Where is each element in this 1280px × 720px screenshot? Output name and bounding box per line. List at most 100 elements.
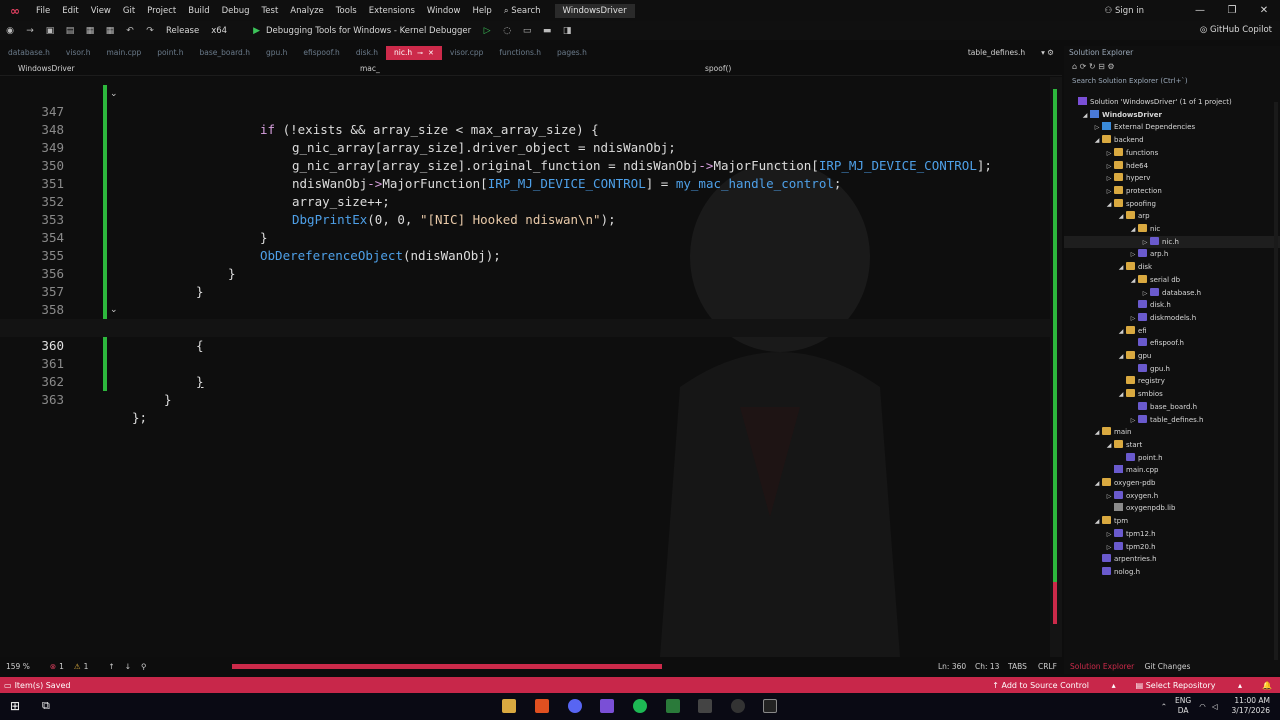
tree-item[interactable]: disk.h — [1064, 299, 1280, 312]
tree-item[interactable]: ◢ smbios — [1064, 388, 1280, 401]
new-item-icon[interactable]: ▣ — [43, 25, 57, 37]
tabs-indicator[interactable]: TABS — [1008, 662, 1027, 671]
tree-item[interactable]: ▷ database.h — [1064, 287, 1280, 300]
tree-item[interactable]: ◢ spoofing — [1064, 198, 1280, 211]
project-dropdown[interactable]: WindowsDriver — [0, 64, 350, 73]
line-ending-indicator[interactable]: CRLF — [1038, 662, 1057, 671]
tab-base-board-h[interactable]: base_board.h — [192, 46, 258, 60]
configuration-select[interactable]: Release — [166, 26, 199, 36]
brush-icon[interactable]: ⚲ — [141, 662, 147, 671]
tab-visor-cpp[interactable]: visor.cpp — [442, 46, 491, 60]
menu-edit[interactable]: Edit — [56, 6, 84, 16]
menu-help[interactable]: Help — [466, 6, 497, 16]
tab-disk-h[interactable]: disk.h — [348, 46, 386, 60]
scrollbar-thumb[interactable] — [1053, 89, 1057, 594]
collapse-icon[interactable]: ⊟ — [1098, 62, 1107, 71]
screenshot-icon[interactable]: ▭ — [520, 25, 534, 37]
wifi-icon[interactable]: ◠ — [1199, 702, 1206, 711]
tree-item[interactable]: efispoof.h — [1064, 337, 1280, 350]
tree-item[interactable]: Solution 'WindowsDriver' (1 of 1 project… — [1064, 96, 1280, 109]
minimize-button[interactable]: — — [1184, 5, 1216, 16]
tab-git-changes[interactable]: Git Changes — [1137, 662, 1191, 671]
member-dropdown[interactable]: spoof() — [695, 64, 731, 73]
spotify-icon[interactable] — [633, 699, 647, 713]
add-to-source-control-button[interactable]: ↑ Add to Source Control ▴ — [992, 681, 1115, 690]
save-icon[interactable]: ▦ — [83, 25, 97, 37]
error-icon[interactable]: ⊗ — [50, 662, 56, 671]
tree-item[interactable]: ▷ tpm12.h — [1064, 528, 1280, 541]
tree-item[interactable]: gpu.h — [1064, 363, 1280, 376]
maximize-button[interactable]: ❐ — [1216, 5, 1248, 16]
volume-icon[interactable]: ◁ — [1212, 702, 1218, 711]
code-editor[interactable]: 347 if (!exists && array_size < max_arra… — [0, 77, 1062, 657]
notepad-icon[interactable] — [666, 699, 680, 713]
tray-overflow-icon[interactable]: ⌃ — [1161, 702, 1167, 711]
menu-file[interactable]: File — [30, 6, 56, 16]
github-copilot-button[interactable]: ◎ GitHub Copilot — [1200, 25, 1272, 35]
menu-window[interactable]: Window — [421, 6, 467, 16]
close-button[interactable]: ✕ — [1248, 5, 1280, 16]
menu-project[interactable]: Project — [141, 6, 182, 16]
tree-scrollbar[interactable] — [1274, 102, 1278, 660]
tree-item[interactable]: ▷ table_defines.h — [1064, 414, 1280, 427]
warning-icon[interactable]: ⚠ — [74, 662, 81, 671]
tab-functions-h[interactable]: functions.h — [491, 46, 549, 60]
tree-item[interactable]: ▷ External Dependencies — [1064, 121, 1280, 134]
tab-overflow-icon[interactable]: ▾ ⚙ — [1033, 46, 1062, 60]
tree-item[interactable]: nolog.h — [1064, 566, 1280, 579]
tree-item[interactable]: ◢ tpm — [1064, 515, 1280, 528]
open-icon[interactable]: ▤ — [63, 25, 77, 37]
notifications-icon[interactable]: 🔔 — [1262, 681, 1272, 690]
tree-item[interactable]: main.cpp — [1064, 464, 1280, 477]
down-arrow-icon[interactable]: ↓ — [125, 662, 131, 671]
horizontal-scrollbar[interactable] — [232, 664, 662, 669]
start-icon[interactable]: ⊞ — [10, 699, 24, 713]
solution-explorer-search[interactable]: Search Solution Explorer (Ctrl+`) — [1064, 74, 1280, 88]
tree-item[interactable]: ▷ nic.h — [1064, 235, 1280, 249]
menu-view[interactable]: View — [85, 6, 117, 16]
tree-item[interactable]: ▷ diskmodels.h — [1064, 312, 1280, 325]
clock[interactable]: 11:00 AM 3/17/2026 — [1232, 696, 1270, 716]
tree-item[interactable]: ◢ disk — [1064, 261, 1280, 274]
back-icon[interactable]: ◉ — [3, 25, 17, 37]
search-box[interactable]: ⌕ Search — [504, 6, 541, 16]
app-icon[interactable] — [698, 699, 712, 713]
tab-visor-h[interactable]: visor.h — [58, 46, 99, 60]
redo-icon[interactable]: ↷ — [143, 25, 157, 37]
tree-item[interactable]: ◢ serial db — [1064, 274, 1280, 287]
language-indicator[interactable]: ENG DA — [1175, 696, 1191, 716]
refresh-icon[interactable]: ↻ — [1089, 62, 1098, 71]
tree-item[interactable]: ◢ oxygen-pdb — [1064, 477, 1280, 490]
discord-icon[interactable] — [568, 699, 582, 713]
tree-item[interactable]: ◢ efi — [1064, 325, 1280, 338]
tree-item[interactable]: ▷ protection — [1064, 185, 1280, 198]
select-repository-button[interactable]: ▤ Select Repository ▴ — [1136, 681, 1242, 690]
settings-icon[interactable]: ⚙ — [1107, 62, 1114, 71]
fold-chevron-icon[interactable]: ⌄ — [110, 301, 120, 319]
menu-build[interactable]: Build — [182, 6, 215, 16]
run-without-debug-icon[interactable]: ▷ — [480, 25, 494, 37]
tree-item[interactable]: ◢ backend — [1064, 134, 1280, 147]
terminal-icon[interactable] — [763, 699, 777, 713]
tab-pages-h[interactable]: pages.h — [549, 46, 595, 60]
line-indicator[interactable]: Ln: 360 — [938, 662, 966, 671]
settings-app-icon[interactable] — [731, 699, 745, 713]
tab-efispoof-h[interactable]: efispoof.h — [295, 46, 347, 60]
menu-test[interactable]: Test — [256, 6, 285, 16]
brave-icon[interactable] — [535, 699, 549, 713]
tab-gpu-h[interactable]: gpu.h — [258, 46, 295, 60]
platform-select[interactable]: x64 — [211, 26, 227, 36]
tab-main-cpp[interactable]: main.cpp — [98, 46, 149, 60]
file-explorer-icon[interactable] — [502, 699, 516, 713]
tree-item[interactable]: registry — [1064, 375, 1280, 388]
tree-item[interactable]: ◢ nic — [1064, 223, 1280, 236]
menu-extensions[interactable]: Extensions — [363, 6, 421, 16]
sign-in-button[interactable]: ⚇ Sign in — [1105, 6, 1144, 16]
home-icon[interactable]: ⌂ — [1072, 62, 1080, 71]
tab-database-h[interactable]: database.h — [0, 46, 58, 60]
menu-debug[interactable]: Debug — [216, 6, 256, 16]
tree-item[interactable]: ◢ start — [1064, 439, 1280, 452]
tab-nic-h[interactable]: nic.h ⊸ ✕ — [386, 46, 442, 60]
tree-item[interactable]: ◢ WindowsDriver — [1064, 109, 1280, 122]
tree-item[interactable]: arpentries.h — [1064, 553, 1280, 566]
